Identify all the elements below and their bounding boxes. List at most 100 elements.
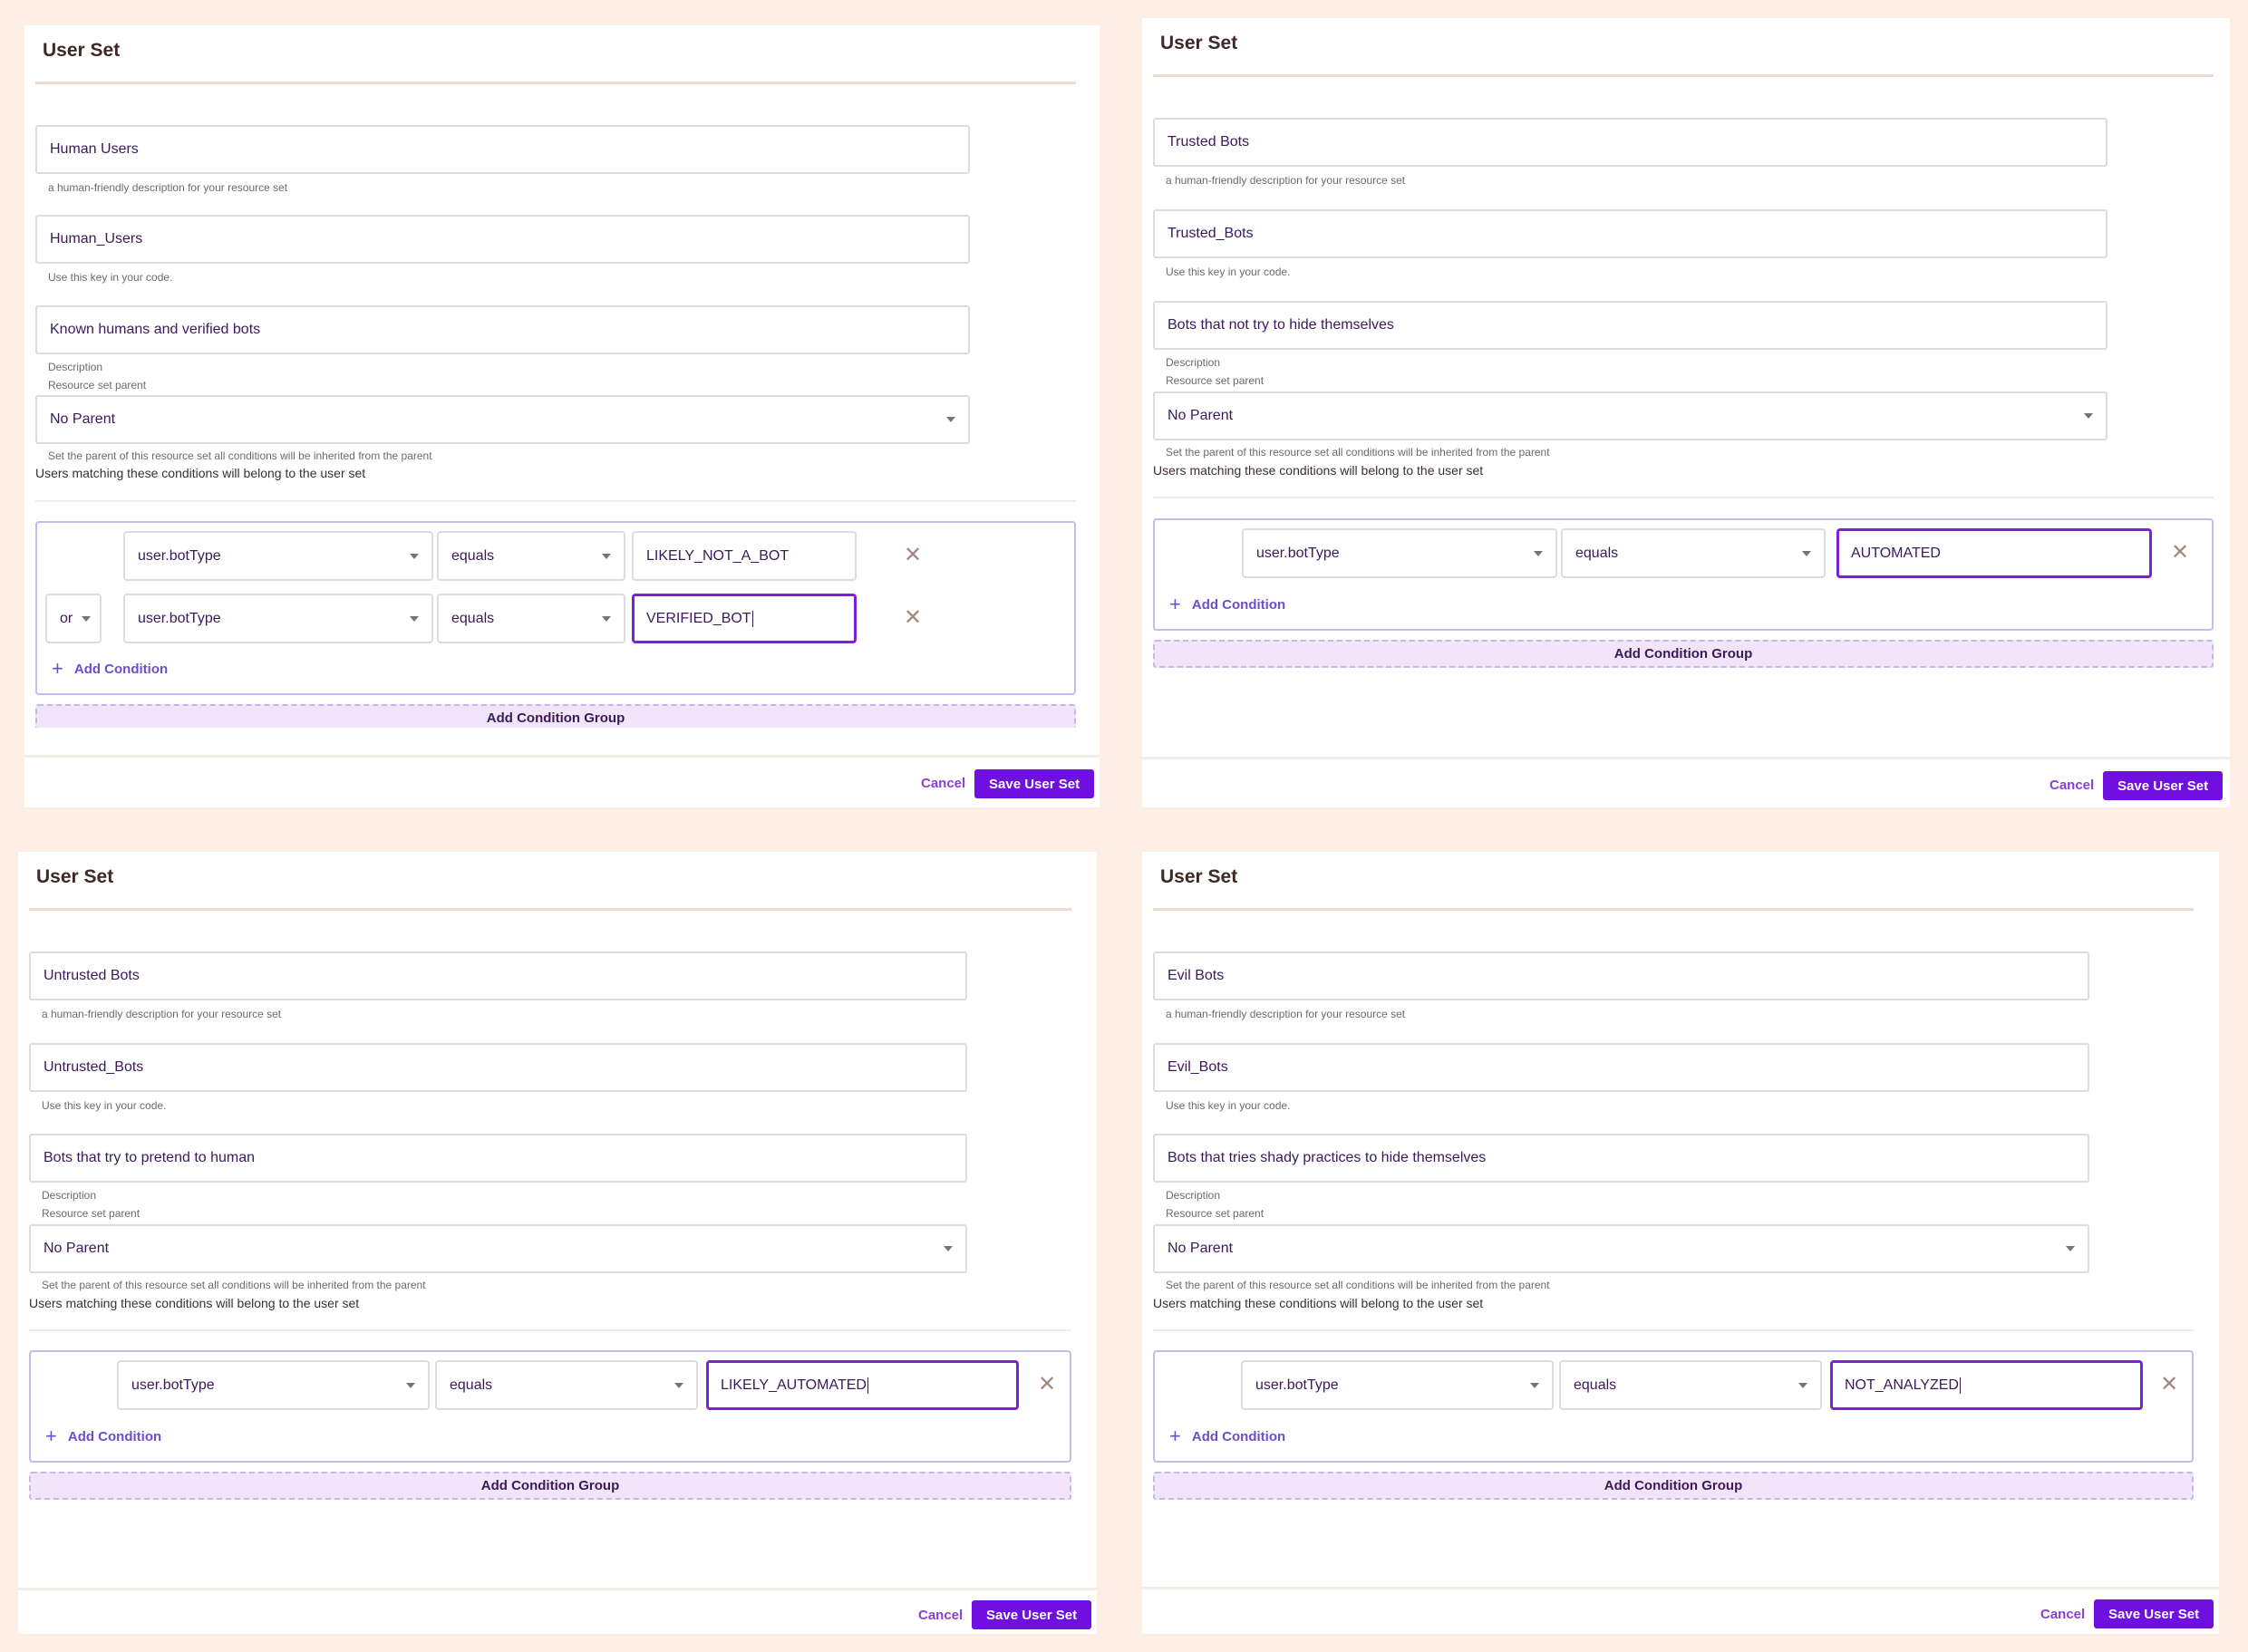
remove-condition-close-x-icon[interactable]: ✕ (903, 545, 923, 566)
remove-condition-close-x-icon[interactable]: ✕ (903, 607, 923, 629)
panel-title: User Set (36, 866, 114, 887)
add-condition-label: Add Condition (67, 1428, 162, 1444)
add-condition-group-label: Add Condition Group (1604, 1478, 1743, 1493)
name-input[interactable]: Evil Bots (1153, 952, 2089, 1000)
condition-group: user.botType equals LIKELY_AUTOMATED ✕ +… (29, 1350, 1071, 1463)
user-set-panel-evil-bots: User Set Evil Bots a human-friendly desc… (1142, 852, 2219, 1634)
chevron-down-icon (410, 553, 419, 559)
value-input[interactable]: NOT_ANALYZED (1830, 1360, 2143, 1410)
footer-mask (24, 728, 1100, 757)
title-divider (35, 82, 1076, 84)
chevron-down-icon (82, 615, 91, 622)
attribute-select[interactable]: user.botType (123, 531, 433, 581)
key-input[interactable]: Evil_Bots (1153, 1043, 2089, 1092)
description-input[interactable]: Bots that tries shady practices to hide … (1153, 1134, 2089, 1183)
cancel-button[interactable]: Cancel (921, 776, 965, 791)
parent-value: No Parent (1168, 408, 1234, 423)
chevron-down-icon (410, 615, 419, 622)
remove-condition-close-x-icon[interactable]: ✕ (1037, 1374, 1057, 1396)
user-set-panel-untrusted-bots: User Set Untrusted Bots a human-friendly… (18, 852, 1097, 1634)
save-user-set-button[interactable]: Save User Set (2103, 771, 2224, 800)
add-condition-group-button[interactable]: Add Condition Group (29, 1472, 1071, 1500)
cancel-button[interactable]: Cancel (2049, 778, 2094, 793)
text-cursor (751, 610, 753, 627)
value-input[interactable]: LIKELY_NOT_A_BOT (632, 531, 857, 581)
parent-label: Resource set parent (1166, 374, 1264, 387)
remove-condition-close-x-icon[interactable]: ✕ (2159, 1374, 2179, 1396)
cancel-button[interactable]: Cancel (918, 1608, 963, 1623)
name-input[interactable]: Human Users (35, 125, 970, 174)
key-helper: Use this key in your code. (42, 1099, 167, 1112)
attribute-select[interactable]: user.botType (123, 594, 433, 643)
section-divider (1153, 497, 2214, 498)
key-input[interactable]: Trusted_Bots (1153, 209, 2108, 258)
operator-value: equals (451, 610, 495, 626)
section-divider (35, 500, 1076, 502)
users-matching-text: Users matching these conditions will bel… (29, 1296, 360, 1310)
title-divider (29, 908, 1071, 911)
value-input[interactable]: AUTOMATED (1836, 528, 2152, 578)
parent-label: Resource set parent (1166, 1207, 1264, 1220)
description-input[interactable]: Known humans and verified bots (35, 305, 970, 354)
footer-divider (1142, 1587, 2219, 1589)
add-condition-group-button[interactable]: Add Condition Group (1153, 640, 2214, 668)
parent-select[interactable]: No Parent (35, 395, 970, 444)
operator-value: equals (1575, 545, 1619, 561)
value-input[interactable]: LIKELY_AUTOMATED (706, 1360, 1019, 1410)
connector-select[interactable]: or (45, 594, 102, 643)
plus-icon: + (52, 657, 63, 680)
operator-value: equals (451, 547, 495, 564)
add-condition-group-label: Add Condition Group (486, 710, 625, 726)
name-helper: a human-friendly description for your re… (42, 1008, 282, 1020)
attribute-select[interactable]: user.botType (117, 1360, 430, 1410)
users-matching-text: Users matching these conditions will bel… (1153, 463, 1484, 478)
title-divider (1153, 908, 2194, 911)
title-divider (1153, 74, 2214, 77)
add-condition-button[interactable]: + Add Condition (1169, 1426, 1285, 1446)
name-input[interactable]: Trusted Bots (1153, 118, 2108, 167)
attribute-select[interactable]: user.botType (1242, 528, 1557, 578)
parent-select[interactable]: No Parent (29, 1224, 967, 1273)
operator-select[interactable]: equals (437, 594, 625, 643)
add-condition-label: Add Condition (1191, 596, 1286, 613)
text-cursor (867, 1377, 868, 1394)
description-input[interactable]: Bots that try to pretend to human (29, 1134, 967, 1183)
chevron-down-icon (2066, 1246, 2075, 1251)
panel-title: User Set (1160, 33, 1238, 53)
parent-value: No Parent (44, 1241, 110, 1256)
name-input[interactable]: Untrusted Bots (29, 952, 967, 1000)
user-set-panel-human-users: User Set Human Users a human-friendly de… (24, 25, 1100, 807)
save-user-set-button[interactable]: Save User Set (974, 769, 1095, 798)
plus-icon: + (1169, 593, 1181, 615)
value-text: AUTOMATED (1851, 545, 1941, 561)
operator-select[interactable]: equals (435, 1360, 698, 1410)
operator-select[interactable]: equals (1561, 528, 1826, 578)
add-condition-button[interactable]: + Add Condition (45, 1426, 161, 1446)
name-value: Human Users (50, 141, 139, 157)
cancel-button[interactable]: Cancel (2040, 1607, 2085, 1622)
add-condition-button[interactable]: + Add Condition (52, 659, 168, 679)
key-helper: Use this key in your code. (1166, 266, 1291, 278)
description-input[interactable]: Bots that not try to hide themselves (1153, 301, 2108, 350)
save-user-set-button[interactable]: Save User Set (972, 1600, 1092, 1629)
value-input[interactable]: VERIFIED_BOT (632, 594, 857, 643)
value-text: NOT_ANALYZED (1845, 1377, 1959, 1393)
key-input[interactable]: Untrusted_Bots (29, 1043, 967, 1092)
remove-condition-close-x-icon[interactable]: ✕ (2170, 542, 2190, 564)
add-condition-button[interactable]: + Add Condition (1169, 594, 1285, 614)
operator-select[interactable]: equals (437, 531, 625, 581)
attribute-select[interactable]: user.botType (1241, 1360, 1554, 1410)
parent-select[interactable]: No Parent (1153, 391, 2108, 440)
attribute-value: user.botType (1255, 1377, 1339, 1393)
user-set-panel-trusted-bots: User Set Trusted Bots a human-friendly d… (1142, 18, 2230, 807)
parent-value: No Parent (50, 411, 116, 427)
users-matching-text: Users matching these conditions will bel… (35, 466, 366, 480)
key-input[interactable]: Human_Users (35, 215, 970, 264)
parent-select[interactable]: No Parent (1153, 1224, 2089, 1273)
panel-title: User Set (43, 40, 121, 61)
operator-value: equals (450, 1377, 493, 1393)
add-condition-group-button[interactable]: Add Condition Group (1153, 1472, 2194, 1500)
key-value: Trusted_Bots (1168, 226, 1254, 241)
save-user-set-button[interactable]: Save User Set (2094, 1599, 2214, 1628)
operator-select[interactable]: equals (1559, 1360, 1822, 1410)
